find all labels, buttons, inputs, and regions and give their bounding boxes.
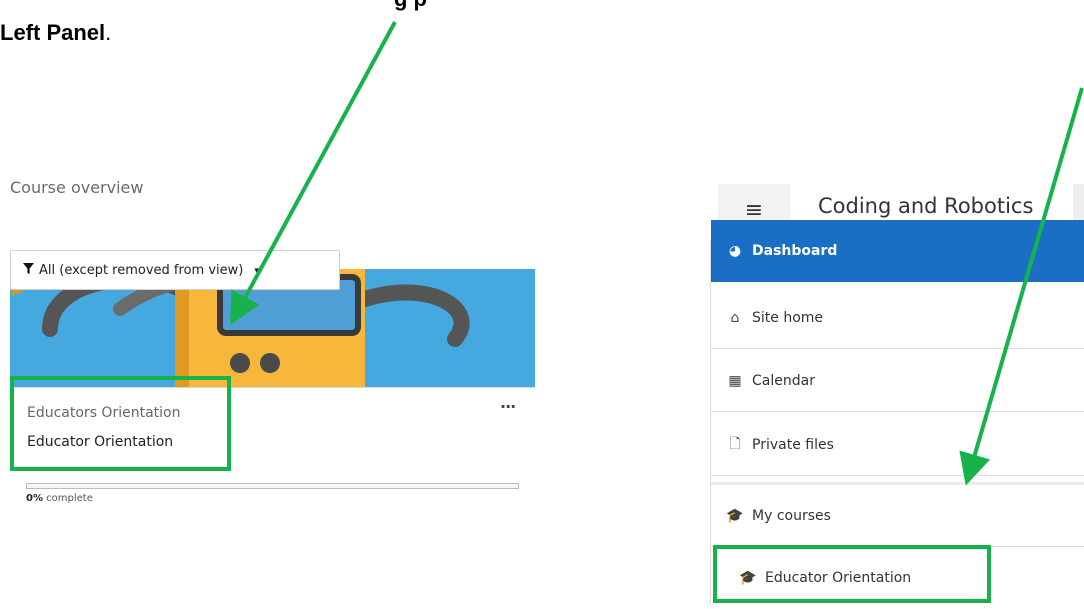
arrow-to-card: [230, 21, 397, 326]
annotation-arrows: [230, 21, 1084, 486]
arrow-to-nav: [959, 87, 1084, 486]
